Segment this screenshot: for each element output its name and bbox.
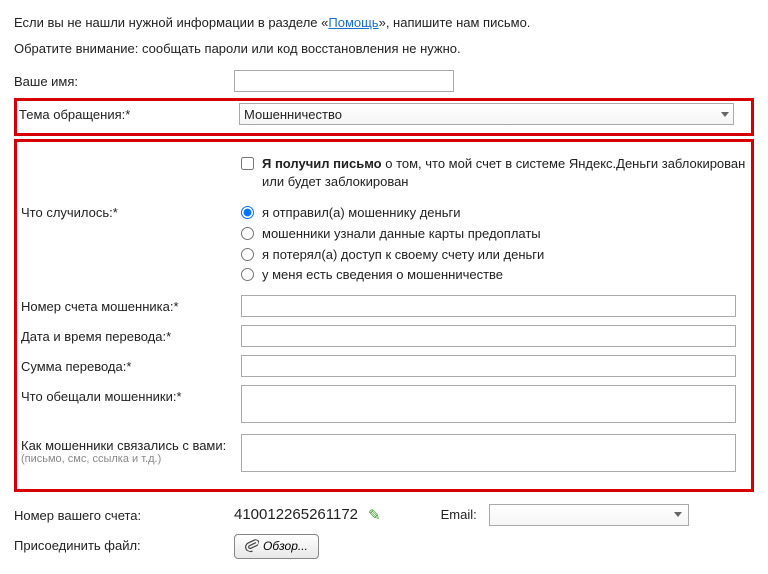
label-transfer-datetime: Дата и время перевода:* — [21, 325, 241, 344]
label-what-happened: Что случилось:* — [21, 201, 241, 220]
name-input[interactable] — [234, 70, 454, 92]
label-transfer-amount: Сумма перевода:* — [21, 355, 241, 374]
radio-card-data[interactable] — [241, 227, 254, 240]
label-what-promised: Что обещали мошенники:* — [21, 385, 241, 404]
radio-sent-money-label: я отправил(а) мошеннику деньги — [262, 204, 460, 222]
fraud-details-highlight-box: Я получил письмо о том, что мой счет в с… — [14, 139, 754, 491]
radio-sent-money[interactable] — [241, 206, 254, 219]
paperclip-icon — [242, 536, 259, 556]
label-subject: Тема обращения:* — [19, 103, 239, 122]
intro-line-1: Если вы не нашли нужной информации в раз… — [14, 14, 754, 32]
radio-card-data-label: мошенники узнали данные карты предоплаты — [262, 225, 541, 243]
browse-button-label: Обзор... — [263, 539, 308, 553]
scammer-account-input[interactable] — [241, 295, 736, 317]
label-name: Ваше имя: — [14, 70, 234, 89]
transfer-datetime-input[interactable] — [241, 325, 736, 347]
help-link[interactable]: Помощь — [328, 15, 378, 30]
intro-line-2: Обратите внимание: сообщать пароли или к… — [14, 40, 754, 58]
subject-select[interactable]: Мошенничество — [239, 103, 734, 125]
email-select[interactable] — [489, 504, 689, 526]
label-your-account: Номер вашего счета: — [14, 504, 234, 523]
label-email: Email: — [441, 507, 477, 522]
radio-lost-access[interactable] — [241, 248, 254, 261]
transfer-amount-input[interactable] — [241, 355, 736, 377]
subject-value: Мошенничество — [244, 107, 342, 122]
label-scammer-account: Номер счета мошенника:* — [21, 295, 241, 314]
account-number-value: 410012265261172 — [234, 506, 358, 523]
how-contacted-textarea[interactable] — [241, 434, 736, 472]
label-attach: Присоединить файл: — [14, 534, 234, 553]
radio-lost-access-label: я потерял(а) доступ к своему счету или д… — [262, 246, 544, 264]
edit-account-icon[interactable]: ✎ — [368, 506, 381, 524]
what-promised-textarea[interactable] — [241, 385, 736, 423]
chevron-down-icon — [721, 112, 729, 117]
radio-have-info-label: у меня есть сведения о мошенничестве — [262, 266, 503, 284]
blocked-letter-checkbox[interactable] — [241, 157, 254, 170]
radio-have-info[interactable] — [241, 268, 254, 281]
label-how-contacted-sub: (письмо, смс, ссылка и т.д.) — [21, 453, 241, 465]
label-how-contacted: Как мошенники связались с вами: (письмо,… — [21, 434, 241, 465]
chevron-down-icon — [674, 512, 682, 517]
subject-highlight-box: Тема обращения:* Мошенничество — [14, 98, 754, 136]
blocked-letter-label: Я получил письмо о том, что мой счет в с… — [262, 155, 747, 190]
browse-button[interactable]: Обзор... — [234, 534, 319, 559]
